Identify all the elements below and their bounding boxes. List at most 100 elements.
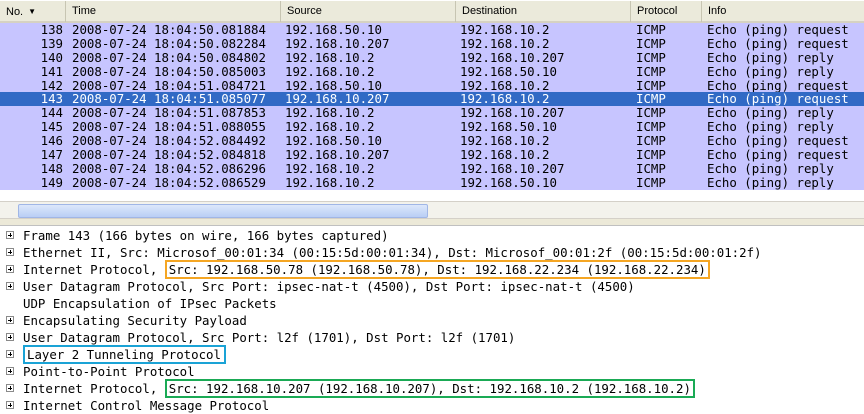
packet-row[interactable]: 144 2008-07-24 18:04:51.087853 192.168.10.… (0, 106, 864, 121)
tree-item-ppp[interactable]: Point-to-Point Protocol (0, 363, 864, 380)
cell-no: 141 (40, 64, 63, 79)
cell-source: 192.168.10.2 (285, 50, 375, 65)
cell-info: Echo (ping) reply (707, 175, 834, 190)
cell-time: 2008-07-24 18:04:51.088055 (72, 120, 266, 135)
cell-source: 192.168.50.10 (285, 78, 382, 93)
tree-item-udp-encap[interactable]: UDP Encapsulation of IPsec Packets (0, 295, 864, 312)
packet-row[interactable]: 149 2008-07-24 18:04:52.086529 192.168.10.… (0, 175, 864, 190)
expand-icon[interactable] (6, 350, 14, 358)
cell-destination: 192.168.10.207 (460, 161, 565, 176)
tree-item-udp-outer[interactable]: User Datagram Protocol, Src Port: ipsec-… (0, 278, 864, 295)
expand-icon[interactable] (6, 333, 14, 341)
cell-info: Echo (ping) reply (707, 50, 834, 65)
cell-destination: 192.168.10.2 (460, 23, 550, 37)
cell-time: 2008-07-24 18:04:50.082284 (72, 36, 266, 51)
cell-time: 2008-07-24 18:04:52.084818 (72, 148, 266, 163)
cell-source: 192.168.10.2 (285, 161, 375, 176)
column-header-source[interactable]: Source (281, 1, 456, 22)
expand-icon[interactable] (6, 248, 14, 256)
tree-item-esp[interactable]: Encapsulating Security Payload (0, 312, 864, 329)
expand-icon[interactable] (6, 231, 14, 239)
cell-time: 2008-07-24 18:04:52.086296 (72, 161, 266, 176)
outer-ip-highlight: Src: 192.168.50.78 (192.168.50.78), Dst:… (164, 260, 710, 279)
cell-time: 2008-07-24 18:04:52.086529 (72, 175, 266, 190)
cell-info: Echo (ping) reply (707, 161, 834, 176)
cell-info: Echo (ping) request (707, 36, 849, 51)
cell-source: 192.168.50.10 (285, 134, 382, 149)
cell-no: 144 (40, 106, 63, 121)
packet-row[interactable]: 147 2008-07-24 18:04:52.084818 192.168.10.… (0, 148, 864, 162)
cell-no: 149 (40, 175, 63, 190)
cell-time: 2008-07-24 18:04:50.085003 (72, 64, 266, 79)
packet-row[interactable]: 141 2008-07-24 18:04:50.085003 192.168.10.… (0, 64, 864, 79)
tree-item-icmp[interactable]: Internet Control Message Protocol (0, 397, 864, 414)
tree-item-ip-inner[interactable]: Internet Protocol, Src: 192.168.10.207 (… (0, 379, 864, 398)
cell-destination: 192.168.50.10 (460, 175, 557, 190)
scrollbar-thumb[interactable] (18, 204, 428, 218)
tree-item-udp-inner[interactable]: User Datagram Protocol, Src Port: l2f (1… (0, 329, 864, 346)
cell-no: 143 (40, 92, 63, 107)
tree-item-ip-outer[interactable]: Internet Protocol, Src: 192.168.50.78 (1… (0, 260, 864, 279)
cell-source: 192.168.10.2 (285, 106, 375, 121)
cell-destination: 192.168.10.2 (460, 36, 550, 51)
expand-icon[interactable] (6, 384, 14, 392)
cell-no: 148 (40, 161, 63, 176)
packet-row[interactable]: 145 2008-07-24 18:04:51.088055 192.168.10.… (0, 120, 864, 135)
packet-row[interactable]: 146 2008-07-24 18:04:52.084492 192.168.50.… (0, 134, 864, 149)
cell-destination: 192.168.10.2 (460, 134, 550, 149)
cell-info: Echo (ping) request (707, 92, 849, 107)
cell-info: Echo (ping) reply (707, 120, 834, 135)
packet-row[interactable]: 138 2008-07-24 18:04:50.081884 192.168.50.… (0, 23, 864, 37)
cell-protocol: ICMP (636, 78, 666, 93)
cell-no: 146 (40, 134, 63, 149)
expand-icon[interactable] (6, 282, 14, 290)
cell-protocol: ICMP (636, 64, 666, 79)
column-header-time[interactable]: Time (66, 1, 281, 22)
l2tp-highlight: Layer 2 Tunneling Protocol (23, 345, 226, 364)
cell-no: 145 (40, 120, 63, 135)
cell-no: 147 (40, 148, 63, 163)
packet-row[interactable]: 139 2008-07-24 18:04:50.082284 192.168.10.… (0, 36, 864, 51)
expand-icon[interactable] (6, 401, 14, 409)
cell-info: Echo (ping) request (707, 78, 849, 93)
cell-time: 2008-07-24 18:04:50.084802 (72, 50, 266, 65)
cell-source: 192.168.10.2 (285, 175, 375, 190)
cell-protocol: ICMP (636, 175, 666, 190)
column-header-info[interactable]: Info (702, 1, 864, 22)
cell-time: 2008-07-24 18:04:50.081884 (72, 23, 266, 37)
sort-descending-icon: ▼ (28, 7, 37, 16)
packet-row[interactable]: 140 2008-07-24 18:04:50.084802 192.168.10.… (0, 50, 864, 65)
packet-rows: 138 2008-07-24 18:04:50.081884 192.168.50.… (0, 23, 864, 199)
cell-time: 2008-07-24 18:04:51.085077 (72, 92, 266, 107)
cell-info: Echo (ping) reply (707, 106, 834, 121)
cell-protocol: ICMP (636, 23, 666, 37)
tree-item-frame[interactable]: Frame 143 (166 bytes on wire, 166 bytes … (0, 227, 864, 244)
cell-no: 140 (40, 50, 63, 65)
packet-list-header: No. ▼ Time Source Destination Protocol In… (0, 0, 864, 23)
horizontal-scrollbar[interactable] (0, 201, 864, 218)
cell-info: Echo (ping) request (707, 148, 849, 163)
tree-item-ethernet[interactable]: Ethernet II, Src: Microsof_00:01:34 (00:… (0, 244, 864, 261)
cell-info: Echo (ping) reply (707, 64, 834, 79)
cell-protocol: ICMP (636, 120, 666, 135)
column-header-no[interactable]: No. ▼ (0, 1, 66, 22)
cell-time: 2008-07-24 18:04:52.084492 (72, 134, 266, 149)
cell-source: 192.168.10.207 (285, 36, 390, 51)
expand-icon[interactable] (6, 367, 14, 375)
cell-destination: 192.168.10.2 (460, 78, 550, 93)
cell-protocol: ICMP (636, 106, 666, 121)
cell-source: 192.168.50.10 (285, 23, 382, 37)
pane-splitter[interactable] (0, 218, 864, 226)
column-header-protocol[interactable]: Protocol (631, 1, 702, 22)
cell-protocol: ICMP (636, 134, 666, 149)
expand-icon[interactable] (6, 316, 14, 324)
cell-info: Echo (ping) request (707, 134, 849, 149)
cell-no: 142 (40, 78, 63, 93)
tree-item-l2tp[interactable]: Layer 2 Tunneling Protocol (0, 345, 864, 364)
cell-protocol: ICMP (636, 92, 666, 107)
packet-row[interactable]: 142 2008-07-24 18:04:51.084721 192.168.50.… (0, 78, 864, 93)
expand-icon[interactable] (6, 265, 14, 273)
column-header-destination[interactable]: Destination (456, 1, 631, 22)
packet-row[interactable]: 143 2008-07-24 18:04:51.085077 192.168.10.… (0, 92, 864, 107)
packet-row[interactable]: 148 2008-07-24 18:04:52.086296 192.168.10.… (0, 161, 864, 176)
